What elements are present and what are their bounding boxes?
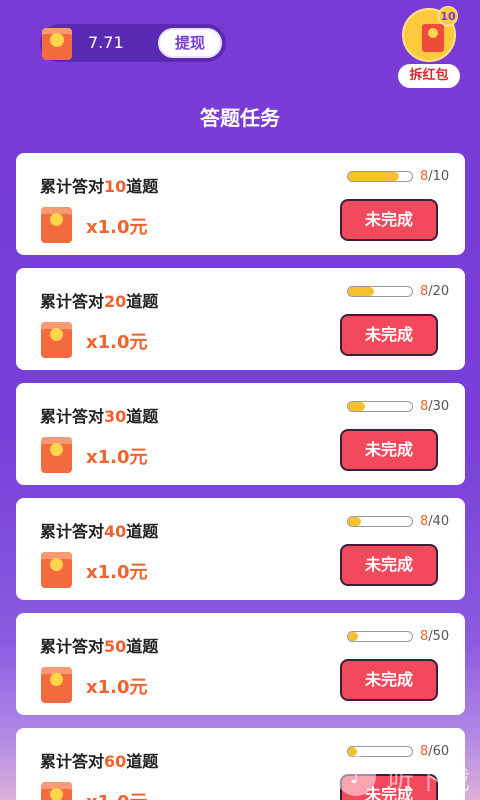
progress-total: /20	[428, 284, 450, 299]
red-packet-icon	[41, 552, 72, 588]
reward-amount: x1.0元	[86, 217, 148, 238]
progress-text: 8/50	[420, 629, 449, 644]
task-card: 累计答对40道题 x1.0元 8/40 未完成	[16, 498, 465, 600]
progress-total: /50	[428, 629, 450, 644]
task-title-prefix: 累计答对	[40, 637, 105, 656]
progress-text: 8/30	[420, 399, 449, 414]
red-packet-icon	[41, 667, 72, 703]
reward-amount: x1.0元	[86, 562, 148, 583]
task-target-count: 20	[104, 292, 127, 311]
progress-text: 8/10	[420, 169, 449, 184]
task-title-suffix: 道题	[126, 752, 159, 771]
progress-fill	[348, 632, 359, 641]
progress-total: /30	[428, 399, 450, 414]
task-title-prefix: 累计答对	[40, 292, 105, 311]
task-status-button[interactable]: 未完成	[340, 429, 438, 471]
reward-amount: x1.0元	[86, 788, 148, 800]
task-target-count: 50	[104, 637, 127, 656]
progress-total: /10	[428, 169, 450, 184]
progress-fill	[348, 402, 366, 411]
red-packet-icon	[41, 782, 72, 800]
withdraw-button[interactable]: 提现	[158, 28, 222, 58]
page-title: 答题任务	[200, 106, 280, 130]
task-title: 累计答对10道题	[40, 173, 158, 197]
task-status-button[interactable]: 未完成	[340, 659, 438, 701]
progress-bar	[347, 631, 413, 642]
task-title: 累计答对50道题	[40, 633, 158, 657]
balance-value: 7.71	[88, 33, 124, 52]
task-title-prefix: 累计答对	[40, 177, 105, 196]
red-packet-icon	[41, 322, 72, 358]
balance-pill: 7.71 提现	[40, 24, 226, 62]
progress-text: 8/20	[420, 284, 449, 299]
task-target-count: 30	[104, 407, 127, 426]
progress-text: 8/40	[420, 514, 449, 529]
task-title: 累计答对30道题	[40, 403, 158, 427]
progress-bar	[347, 516, 413, 527]
progress-bar	[347, 401, 413, 412]
progress-total: /40	[428, 514, 450, 529]
task-title-suffix: 道题	[126, 522, 159, 541]
task-card: 累计答对20道题 x1.0元 8/20 未完成	[16, 268, 465, 370]
open-red-packet-button[interactable]: 10 拆红包	[398, 6, 460, 90]
task-target-count: 60	[104, 752, 127, 771]
reward-amount: x1.0元	[86, 332, 148, 353]
progress-bar	[347, 171, 413, 182]
task-card: 累计答对30道题 x1.0元 8/30 未完成	[16, 383, 465, 485]
progress-fill	[348, 172, 400, 181]
task-title-prefix: 累计答对	[40, 752, 105, 771]
task-title: 累计答对20道题	[40, 288, 158, 312]
red-packet-icon	[42, 28, 72, 60]
red-packet-icon	[422, 24, 444, 52]
progress-fill	[348, 517, 361, 526]
progress-bar	[347, 286, 413, 297]
task-status-button[interactable]: 未完成	[340, 199, 438, 241]
progress-fill	[348, 287, 374, 296]
task-title: 累计答对40道题	[40, 518, 158, 542]
watermark: ♪ 听下载	[330, 752, 480, 800]
reward-amount: x1.0元	[86, 677, 148, 698]
task-status-button[interactable]: 未完成	[340, 544, 438, 586]
task-title-suffix: 道题	[126, 407, 159, 426]
reward-amount: x1.0元	[86, 447, 148, 468]
task-title-suffix: 道题	[126, 292, 159, 311]
task-title-prefix: 累计答对	[40, 522, 105, 541]
packet-count-badge: 10	[438, 6, 458, 26]
red-packet-icon	[41, 437, 72, 473]
open-packet-label: 拆红包	[398, 64, 460, 88]
watermark-text: 听下载	[388, 766, 473, 796]
task-title: 累计答对60道题	[40, 748, 158, 772]
task-title-prefix: 累计答对	[40, 407, 105, 426]
red-packet-icon	[41, 207, 72, 243]
task-title-suffix: 道题	[126, 637, 159, 656]
watermark-logo-icon: ♪	[336, 756, 376, 796]
task-status-button[interactable]: 未完成	[340, 314, 438, 356]
task-card: 累计答对50道题 x1.0元 8/50 未完成	[16, 613, 465, 715]
task-card: 累计答对10道题 x1.0元 8/10 未完成	[16, 153, 465, 255]
task-title-suffix: 道题	[126, 177, 159, 196]
task-target-count: 10	[104, 177, 127, 196]
task-target-count: 40	[104, 522, 127, 541]
